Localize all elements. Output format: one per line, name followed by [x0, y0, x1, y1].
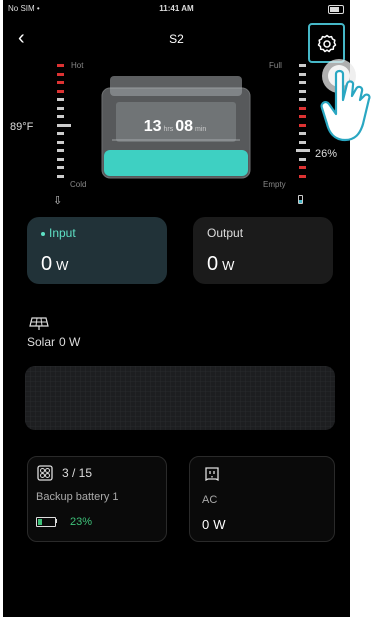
battery-icon — [328, 5, 344, 14]
temperature-value: 89°F — [10, 121, 34, 133]
battery-tick — [299, 166, 306, 169]
battery-tick — [299, 106, 306, 110]
app-screen: No SIM • 11:41 AM ‹ S2 Hot Cold 89°F ⇩ F… — [3, 0, 350, 617]
battery-pack-icon — [37, 465, 53, 481]
solar-section: Solar 0 W — [27, 317, 80, 349]
solar-value: 0 W — [59, 335, 81, 349]
solar-chart-area — [25, 366, 335, 430]
temperature-tick — [57, 140, 64, 144]
status-dot — [41, 231, 45, 236]
battery-tick — [299, 123, 306, 127]
temperature-tick — [57, 174, 64, 178]
battery-tick — [296, 149, 310, 152]
page-title: S2 — [169, 32, 184, 46]
input-card[interactable]: Input 0W — [27, 217, 167, 284]
temperature-tick — [57, 106, 64, 110]
ac-label: AC — [202, 494, 218, 506]
backup-battery-name: Backup battery 1 — [36, 491, 119, 503]
battery-tick — [299, 140, 306, 144]
temperature-tick — [57, 89, 64, 93]
battery-tick — [299, 98, 306, 101]
input-value: 0W — [41, 253, 69, 275]
temperature-tick — [57, 115, 64, 118]
battery-tick — [299, 64, 306, 67]
temperature-tick — [57, 149, 64, 152]
battery-tick — [299, 174, 306, 178]
clock: 11:41 AM — [159, 4, 194, 13]
power-station-image: 13 hrs 08 min — [96, 70, 256, 182]
full-label: Full — [269, 61, 282, 70]
battery-count: 3 / 15 — [62, 466, 93, 480]
battery-level-icon — [36, 517, 56, 527]
gear-icon — [317, 34, 337, 53]
battery-tick — [299, 81, 306, 84]
input-label: Input — [41, 226, 76, 240]
temperature-tick — [57, 72, 64, 76]
thermometer-icon: ⇩ — [53, 195, 63, 207]
hot-label: Hot — [71, 61, 84, 70]
temperature-tick — [57, 123, 71, 127]
ac-card[interactable]: AC 0W — [189, 456, 335, 542]
output-value: 0W — [207, 253, 235, 275]
battery-tick — [299, 157, 306, 161]
temperature-tick — [57, 166, 64, 169]
output-label: Output — [207, 226, 244, 240]
temperature-tick — [57, 81, 64, 84]
temperature-tick — [57, 157, 64, 161]
ac-value: 0W — [202, 517, 226, 532]
battery-tick — [299, 89, 306, 93]
ac-outlet-icon — [205, 467, 219, 482]
backup-battery-card[interactable]: 3 / 15 Backup battery 1 23% — [27, 456, 167, 542]
solar-label: Solar — [27, 335, 56, 349]
status-bar: No SIM • 11:41 AM — [3, 0, 350, 18]
battery-tick — [299, 72, 306, 76]
empty-label: Empty — [263, 180, 286, 189]
remaining-time: 13 hrs 08 min — [143, 118, 207, 135]
small-battery-icon — [298, 195, 303, 204]
solar-panel-icon — [29, 317, 49, 330]
temperature-tick — [57, 64, 64, 67]
output-card[interactable]: Output 0W — [193, 217, 333, 284]
nav-bar: ‹ S2 — [3, 26, 350, 56]
tap-hand-icon — [320, 59, 371, 142]
temperature-tick — [57, 98, 64, 101]
backup-battery-percent: 23% — [70, 516, 93, 528]
battery-tick — [299, 132, 306, 135]
cold-label: Cold — [70, 180, 87, 189]
battery-tick — [299, 115, 306, 118]
temperature-tick — [57, 132, 64, 135]
